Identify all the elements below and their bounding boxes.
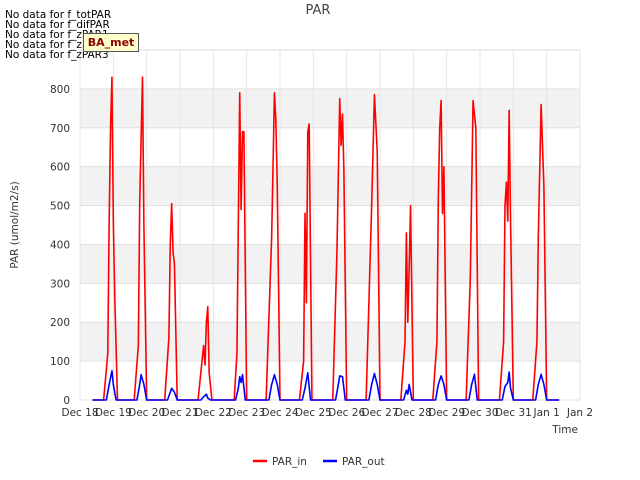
y-tick-labels: 0 100 200 300 400 500 600 700 800 xyxy=(50,84,70,407)
x-tick-label-9: Dec 27 xyxy=(361,407,398,419)
x-tick-labels: Dec 18Dec 19Dec 20Dec 21Dec 22Dec 23Dec … xyxy=(61,407,593,419)
x-axis-label: Time xyxy=(551,424,578,436)
legend: PAR_in PAR_out xyxy=(253,456,385,468)
x-tick-label-11: Dec 29 xyxy=(428,407,465,419)
y-tick-label-100: 100 xyxy=(50,356,70,368)
y-tick-label-500: 500 xyxy=(50,201,70,213)
x-tick-label-7: Dec 25 xyxy=(295,407,332,419)
x-tick-label-15: Jan 2 xyxy=(566,407,593,419)
x-tick-label-4: Dec 22 xyxy=(195,407,232,419)
legend-label-par-out: PAR_out xyxy=(342,456,385,468)
x-tick-label-6: Dec 24 xyxy=(261,407,298,419)
band-700 xyxy=(80,88,580,128)
x-tick-label-12: Dec 30 xyxy=(461,407,498,419)
x-tick-label-8: Dec 26 xyxy=(328,407,365,419)
y-tick-label-800: 800 xyxy=(50,84,70,96)
x-tick-label-14: Jan 1 xyxy=(533,407,560,419)
y-tick-label-400: 400 xyxy=(50,239,70,251)
y-tick-label-300: 300 xyxy=(50,278,70,290)
x-tick-label-3: Dec 21 xyxy=(161,407,198,419)
x-tick-label-5: Dec 23 xyxy=(228,407,265,419)
y-tick-label-700: 700 xyxy=(50,123,70,135)
x-tick-label-10: Dec 28 xyxy=(395,407,432,419)
ba-met-badge: BA_met xyxy=(83,33,139,52)
band-100 xyxy=(80,322,580,362)
x-tick-label-1: Dec 19 xyxy=(95,407,132,419)
y-tick-label-200: 200 xyxy=(50,317,70,329)
y-axis-label: PAR (umol/m2/s) xyxy=(9,181,21,268)
par-chart: 0100200300400500600700800 Dec 18Dec 19De… xyxy=(9,3,593,468)
x-tick-label-2: Dec 20 xyxy=(128,407,165,419)
y-tick-label-600: 600 xyxy=(50,162,70,174)
chart-title: PAR xyxy=(306,3,331,18)
x-tick-label-13: Dec 31 xyxy=(495,407,532,419)
y-tick-label-0: 0 xyxy=(63,395,70,407)
legend-label-par-in: PAR_in xyxy=(272,456,307,468)
x-tick-label-0: Dec 18 xyxy=(61,407,98,419)
